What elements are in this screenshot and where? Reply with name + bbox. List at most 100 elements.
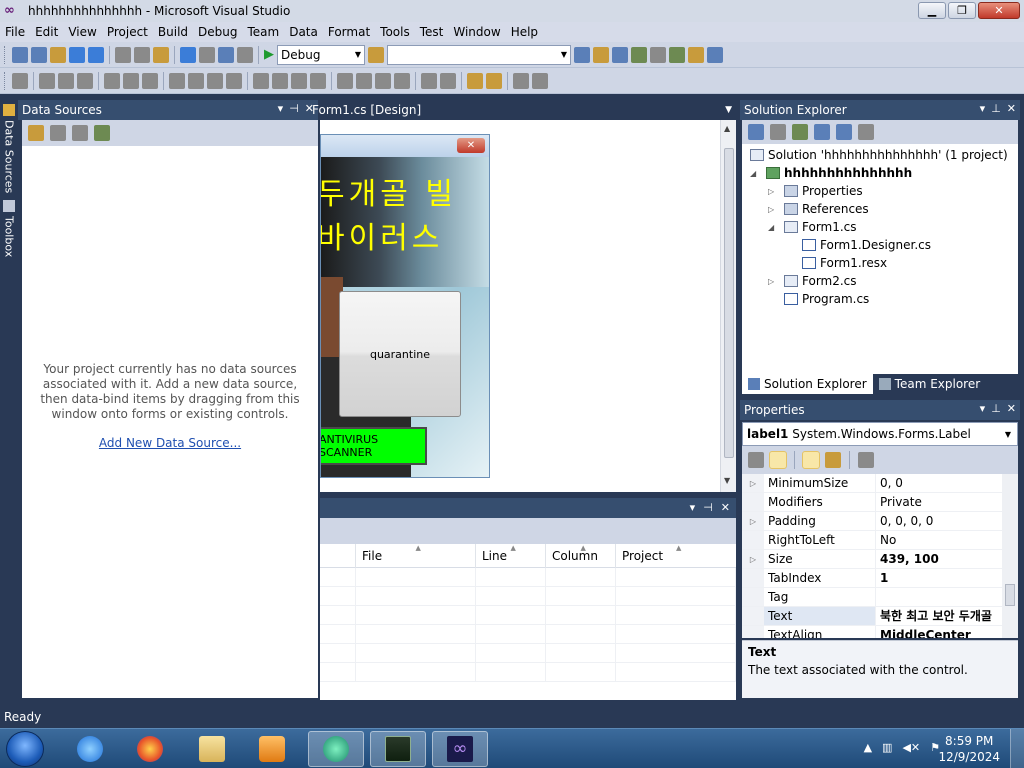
- clock[interactable]: 8:59 PM 12/9/2024: [938, 733, 1000, 765]
- label1-text-line2[interactable]: 바이러스: [321, 213, 443, 257]
- find-combo[interactable]: ▼: [387, 44, 571, 65]
- taskbar-media-player[interactable]: [244, 731, 300, 767]
- minimize-button[interactable]: ▁: [918, 2, 946, 19]
- tree-item-form1[interactable]: ◢ Form1.cs: [768, 220, 857, 234]
- vertical-spacing-remove-icon[interactable]: [394, 72, 410, 89]
- properties-icon[interactable]: [748, 124, 764, 140]
- solution-configuration-select[interactable]: Debug ▼: [277, 44, 365, 65]
- open-file-icon[interactable]: [50, 46, 66, 63]
- size-to-grid-icon[interactable]: [226, 72, 242, 89]
- window-position-icon[interactable]: ▾: [690, 501, 696, 514]
- close-icon[interactable]: ✕: [1007, 102, 1016, 115]
- column-header-blank[interactable]: [320, 544, 356, 568]
- window-position-icon[interactable]: ▾: [278, 102, 284, 115]
- property-row[interactable]: Text 북한 최고 보안 두개골: [742, 607, 1002, 626]
- find-in-files-icon[interactable]: [368, 46, 384, 63]
- restore-button[interactable]: ❐: [948, 2, 976, 19]
- auto-hide-icon[interactable]: ⊣: [289, 102, 299, 115]
- refresh-icon[interactable]: [792, 124, 808, 140]
- menu-project[interactable]: Project: [102, 25, 153, 39]
- quarantine-button[interactable]: quarantine: [339, 291, 461, 417]
- menu-debug[interactable]: Debug: [193, 25, 242, 39]
- menu-team[interactable]: Team: [242, 25, 284, 39]
- refresh-icon[interactable]: [94, 125, 110, 141]
- view-designer-icon[interactable]: [836, 124, 852, 140]
- tab-form1-design[interactable]: Form1.cs [Design] ▼: [312, 100, 738, 120]
- tree-item-form1-resx[interactable]: Form1.resx: [802, 256, 887, 270]
- taskbar-visual-studio[interactable]: ∞: [432, 731, 488, 767]
- new-project-icon[interactable]: [12, 46, 28, 63]
- taskbar-firefox[interactable]: [122, 731, 178, 767]
- save-icon[interactable]: [69, 46, 85, 63]
- horizontal-spacing-equal-icon[interactable]: [253, 72, 269, 89]
- tab-order-icon[interactable]: [513, 72, 529, 89]
- pin-icon[interactable]: ⊥: [991, 402, 1001, 415]
- tab-solution-explorer[interactable]: Solution Explorer: [742, 374, 873, 394]
- start-debugging-icon[interactable]: ▶: [264, 47, 274, 62]
- column-header-file[interactable]: ▲ File: [356, 544, 476, 568]
- show-hidden-icons-icon[interactable]: ▲: [864, 741, 872, 754]
- make-same-height-icon[interactable]: [188, 72, 204, 89]
- send-to-back-icon[interactable]: [486, 72, 502, 89]
- vertical-spacing-equal-icon[interactable]: [337, 72, 353, 89]
- menu-file[interactable]: File: [0, 25, 30, 39]
- property-row[interactable]: Modifiers Private: [742, 493, 1002, 512]
- close-window-button[interactable]: ✕: [978, 2, 1020, 19]
- categorized-icon[interactable]: [748, 452, 764, 468]
- menu-edit[interactable]: Edit: [30, 25, 63, 39]
- make-same-size-icon[interactable]: [207, 72, 223, 89]
- property-row[interactable]: Tag: [742, 588, 1002, 607]
- chevron-up-icon[interactable]: ▲: [724, 124, 730, 133]
- column-header-project[interactable]: ▲ Project: [616, 544, 736, 568]
- solution-explorer-icon[interactable]: [574, 46, 590, 63]
- align-bottoms-icon[interactable]: [142, 72, 158, 89]
- edit-dataset-icon[interactable]: [50, 125, 66, 141]
- menu-tools[interactable]: Tools: [375, 25, 415, 39]
- expand-arrow-icon[interactable]: ▷: [768, 187, 778, 196]
- scrollbar-thumb[interactable]: [1005, 584, 1015, 606]
- tab-team-explorer[interactable]: Team Explorer: [873, 374, 987, 394]
- menu-window[interactable]: Window: [448, 25, 505, 39]
- tab-toolbox[interactable]: Toolbox: [1, 200, 17, 270]
- tab-data-sources[interactable]: Data Sources: [1, 104, 17, 194]
- pin-icon[interactable]: ⊥: [991, 102, 1001, 115]
- make-same-width-icon[interactable]: [169, 72, 185, 89]
- events-lightning-icon[interactable]: [825, 452, 841, 468]
- alphabetical-icon[interactable]: [769, 451, 787, 469]
- properties-object-select[interactable]: label1 System.Windows.Forms.Label ▼: [742, 422, 1018, 446]
- properties-view-icon[interactable]: [802, 451, 820, 469]
- tree-item-properties[interactable]: ▷ Properties: [768, 184, 863, 198]
- align-to-grid-icon[interactable]: [12, 72, 28, 89]
- align-tops-icon[interactable]: [104, 72, 120, 89]
- tree-item-references[interactable]: ▷ References: [768, 202, 869, 216]
- tree-item-project[interactable]: ◢ hhhhhhhhhhhhhhh: [750, 166, 912, 180]
- form1-client-area[interactable]: 두개골 빌 바이러스 quarantine ANTIVIRUS SCANNER: [321, 157, 489, 477]
- toolbox-icon[interactable]: [631, 46, 647, 63]
- property-row[interactable]: ▷ Size 439, 100: [742, 550, 1002, 569]
- view-class-diagram-icon[interactable]: [858, 124, 874, 140]
- start-page-icon[interactable]: [669, 46, 685, 63]
- show-desktop-button[interactable]: [1010, 729, 1024, 768]
- menu-format[interactable]: Format: [323, 25, 375, 39]
- window-position-icon[interactable]: ▾: [980, 102, 986, 115]
- close-icon[interactable]: ✕: [1007, 402, 1016, 415]
- form1-window[interactable]: ✕ 두개골 빌 바이러스 quarantine ANTIVIRUS SCANNE…: [320, 134, 490, 478]
- navigate-forward-icon[interactable]: [237, 46, 253, 63]
- bring-to-front-icon[interactable]: [467, 72, 483, 89]
- add-data-source-icon[interactable]: [28, 125, 44, 141]
- property-row[interactable]: TextAlign MiddleCenter: [742, 626, 1002, 638]
- horizontal-spacing-increase-icon[interactable]: [272, 72, 288, 89]
- menu-data[interactable]: Data: [284, 25, 323, 39]
- chevron-down-icon[interactable]: ▼: [724, 476, 730, 485]
- tree-item-form1-designer[interactable]: Form1.Designer.cs: [802, 238, 931, 252]
- property-grid-scrollbar[interactable]: [1002, 474, 1018, 638]
- command-window-icon[interactable]: [707, 46, 723, 63]
- tree-item-program[interactable]: Program.cs: [784, 292, 869, 306]
- property-row[interactable]: RightToLeft No: [742, 531, 1002, 550]
- collapse-arrow-icon[interactable]: ◢: [768, 223, 778, 232]
- network-icon[interactable]: ▥: [882, 741, 892, 754]
- property-row[interactable]: ▷ Padding 0, 0, 0, 0: [742, 512, 1002, 531]
- properties-window-icon[interactable]: [593, 46, 609, 63]
- menu-test[interactable]: Test: [415, 25, 449, 39]
- taskbar-command-prompt[interactable]: [370, 731, 426, 767]
